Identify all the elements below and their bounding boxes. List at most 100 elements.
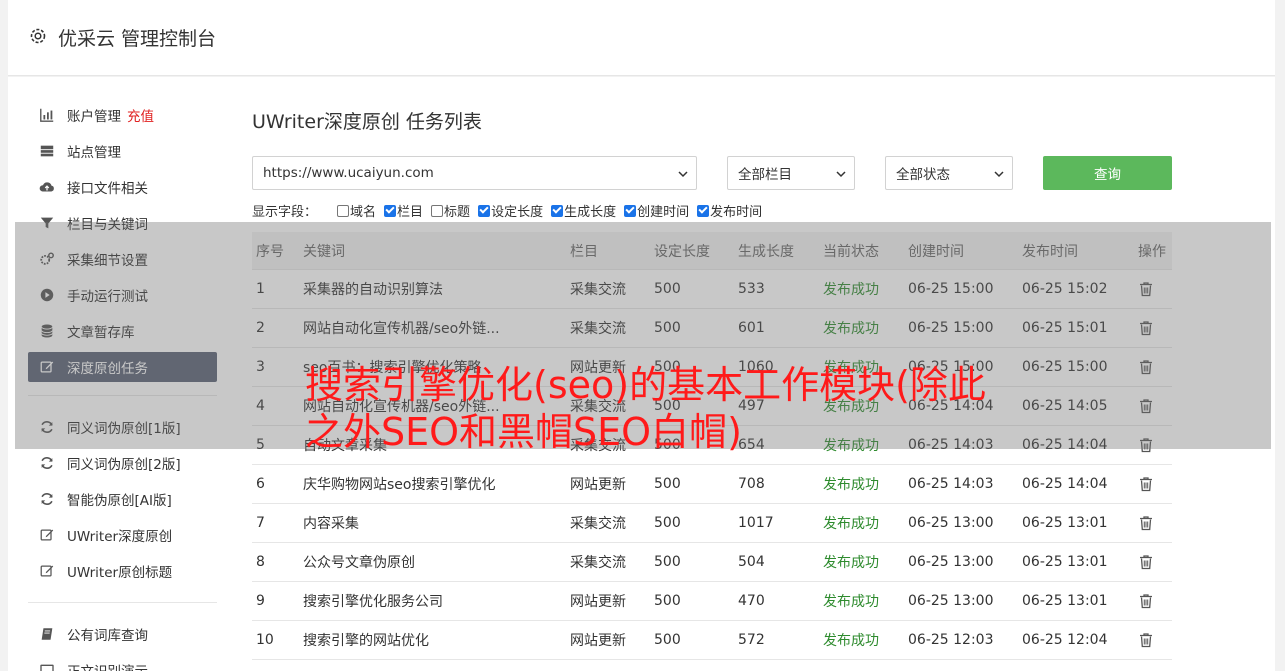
column-header: 当前状态: [823, 243, 879, 260]
app-title: 优采云 管理控制台: [58, 28, 217, 50]
edit-icon: [38, 526, 56, 544]
table-cell: 601: [738, 320, 765, 336]
sidebar-item-group2-3[interactable]: UWriter深度原创: [28, 517, 217, 553]
sidebar-item-label: 文章暂存库: [67, 325, 135, 341]
checkbox-checked-icon[interactable]: [551, 204, 564, 217]
sidebar-item-group1-5[interactable]: 手动运行测试: [28, 277, 217, 313]
sidebar-item-group1-4[interactable]: 采集细节设置: [28, 241, 217, 277]
query-button[interactable]: 查询: [1043, 156, 1172, 190]
checkbox-checked-icon[interactable]: [478, 204, 491, 217]
sidebar-item-group1-0[interactable]: 账户管理 充值: [28, 97, 217, 133]
table-cell: 06-25 14:04: [1022, 476, 1108, 492]
checkbox-empty-icon[interactable]: [431, 204, 444, 217]
overlay-headline: 搜索引擎优化(seo)的基本工作模块(除此之外SEO和黑帽SEO白帽): [305, 363, 986, 454]
table-cell: 533: [738, 281, 765, 297]
refresh-icon: [38, 490, 56, 508]
sidebar-item-label: 公有词库查询: [67, 628, 148, 644]
sidebar-item-group2-0[interactable]: 同义词伪原创[1版]: [28, 409, 217, 445]
table-cell: 发布成功: [823, 321, 879, 337]
sidebar-item-label: 同义词伪原创[1版]: [67, 421, 181, 437]
trash-icon[interactable]: [1138, 465, 1154, 503]
sidebar-item-group1-1[interactable]: 站点管理: [28, 133, 217, 169]
trash-icon[interactable]: [1138, 543, 1154, 581]
monitor-icon: [38, 661, 56, 671]
table-row: 9 搜索引擎优化服务公司 网站更新 500 470 发布成功 06-25 13:00 06-2…: [252, 582, 1172, 621]
book-icon: [38, 625, 56, 643]
table-cell: 06-25 14:03: [908, 476, 994, 492]
checkbox-checked-icon[interactable]: [624, 204, 637, 217]
table-cell: 3: [256, 359, 265, 375]
table-cell: 06-25 15:00: [908, 281, 994, 297]
table-cell: 504: [738, 554, 765, 570]
field-checkbox-0[interactable]: 域名: [337, 201, 376, 220]
sidebar-item-group1-6[interactable]: 文章暂存库: [28, 313, 217, 349]
table-cell: 1: [256, 281, 265, 297]
trash-icon[interactable]: [1138, 348, 1154, 386]
field-checkbox-4[interactable]: 生成长度: [551, 201, 616, 220]
table-cell: 06-25 15:00: [1022, 359, 1108, 375]
field-checkbox-1[interactable]: 栏目: [384, 201, 423, 220]
sidebar-item-label: 接口文件相关: [67, 181, 148, 197]
table-cell: 发布成功: [823, 633, 879, 649]
trash-icon[interactable]: [1138, 621, 1154, 659]
trash-icon[interactable]: [1138, 309, 1154, 347]
display-fields: 显示字段： 域名 栏目 标题 设定长度 生成长度 创建时间 发布时间: [252, 201, 770, 220]
sidebar-item-group3-1[interactable]: 正文识别演示: [28, 652, 217, 671]
sidebar-item-label: UWriter深度原创: [67, 529, 173, 545]
table-cell: 4: [256, 398, 265, 414]
checkbox-empty-icon[interactable]: [337, 204, 350, 217]
sidebar-item-label: 栏目与关键词: [67, 217, 148, 233]
trash-icon[interactable]: [1138, 426, 1154, 464]
sidebar-item-group2-2[interactable]: 智能伪原创[AI版]: [28, 481, 217, 517]
table-cell: 搜索引擎的网站优化: [303, 633, 429, 649]
checkbox-checked-icon[interactable]: [384, 204, 397, 217]
sidebar-item-group1-3[interactable]: 栏目与关键词: [28, 205, 217, 241]
field-checkbox-3[interactable]: 设定长度: [478, 201, 543, 220]
trash-icon[interactable]: [1138, 387, 1154, 425]
table-cell: 网站更新: [570, 594, 626, 610]
sidebar-item-group1-7[interactable]: 深度原创任务: [28, 352, 217, 382]
checkbox-checked-icon[interactable]: [697, 204, 710, 217]
sidebar-item-group2-1[interactable]: 同义词伪原创[2版]: [28, 445, 217, 481]
chevron-down-icon: [994, 171, 1004, 178]
trash-icon[interactable]: [1138, 504, 1154, 542]
sidebar-item-group1-2[interactable]: 接口文件相关: [28, 169, 217, 205]
table-cell: 06-25 15:01: [1022, 320, 1108, 336]
table-cell: 5: [256, 437, 265, 453]
sidebar-item-label: 正文识别演示: [67, 660, 148, 671]
field-checkbox-6[interactable]: 发布时间: [697, 201, 762, 220]
trash-icon[interactable]: [1138, 270, 1154, 308]
sidebar-item-label: 深度原创任务: [67, 361, 148, 377]
play-circle-icon: [38, 286, 56, 304]
table-cell: 06-25 13:00: [908, 515, 994, 531]
recharge-link[interactable]: 充值: [127, 105, 154, 125]
sidebar-item-label: 账户管理: [67, 109, 121, 125]
status-select[interactable]: 全部状态: [885, 156, 1013, 190]
site-select[interactable]: https://www.ucaiyun.com: [252, 156, 697, 190]
field-checkbox-5[interactable]: 创建时间: [624, 201, 689, 220]
sidebar-item-group2-4[interactable]: UWriter原创标题: [28, 553, 217, 589]
field-checkbox-2[interactable]: 标题: [431, 201, 470, 220]
table-row: 6 庆华购物网站seo搜索引擎优化 网站更新 500 708 发布成功 06-25 14:0…: [252, 465, 1172, 504]
table-cell: 网站更新: [570, 633, 626, 649]
table-row: 10 搜索引擎的网站优化 网站更新 500 572 发布成功 06-25 12:03 06-2…: [252, 621, 1172, 660]
sidebar-item-group3-0[interactable]: 公有词库查询: [28, 616, 217, 652]
column-select-value: 全部栏目: [738, 167, 792, 183]
table-cell: 采集交流: [570, 282, 626, 298]
sidebar-divider: [28, 395, 217, 396]
column-select[interactable]: 全部栏目: [727, 156, 855, 190]
top-bar: 优采云 管理控制台: [8, 0, 1275, 76]
field-checkbox-label: 域名: [350, 205, 377, 220]
table-header: 序号 关键词 栏目 设定长度 生成长度 当前状态 创建时间 发布时间 操作: [252, 232, 1172, 270]
field-checkbox-label: 设定长度: [491, 205, 544, 220]
status-select-value: 全部状态: [896, 167, 950, 183]
table-cell: 内容采集: [303, 516, 359, 532]
table-cell: 7: [256, 515, 265, 531]
column-header: 发布时间: [1022, 243, 1078, 260]
table-row: 1 采集器的自动识别算法 采集交流 500 533 发布成功 06-25 15:00 06-2…: [252, 270, 1172, 309]
sidebar-item-label: 站点管理: [67, 145, 121, 161]
trash-icon[interactable]: [1138, 582, 1154, 620]
refresh-icon: [38, 454, 56, 472]
field-checkbox-label: 发布时间: [710, 205, 763, 220]
sidebar: 账户管理 充值站点管理接口文件相关 栏目与关键词采集细节设置 手动运行测试文章暂存库深…: [28, 97, 217, 671]
